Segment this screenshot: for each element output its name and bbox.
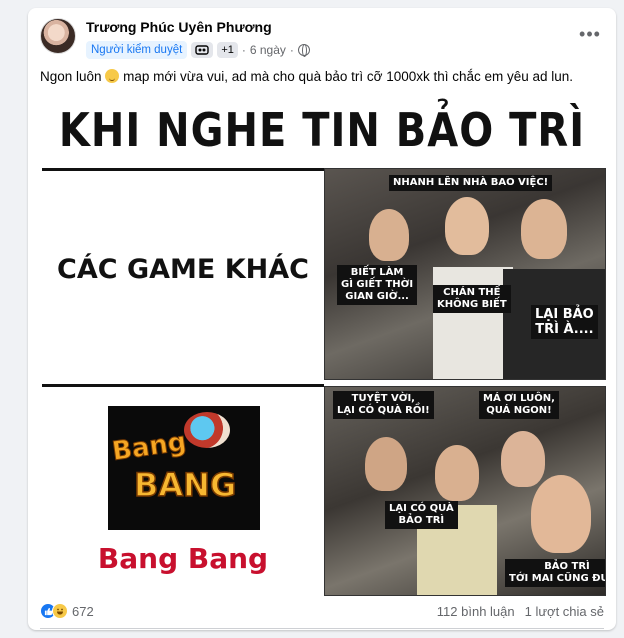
moderator-badge[interactable]: Người kiểm duyệt bbox=[86, 41, 188, 59]
post-meta: Người kiểm duyệt +1 · 6 ngày · bbox=[86, 41, 310, 59]
meme-photo-bottom: TUYỆT VỜI, LẠI CÓ QUÀ RỒI! MÁ ƠI LUÔN, Q… bbox=[324, 386, 606, 596]
badge-icon[interactable] bbox=[191, 42, 214, 58]
bubble-until-tomorrow: BẢO TRÌ TỚI MAI CŨNG ĐƯỢC bbox=[505, 559, 605, 587]
person bbox=[365, 437, 407, 491]
post-text-start: Ngon luôn bbox=[40, 69, 102, 84]
bubble-hurry: NHANH LÊN NHÀ BAO VIỆC! bbox=[389, 175, 553, 191]
comments-count-link[interactable]: 112 bình luận bbox=[437, 604, 515, 619]
bubble-kill-time: BIẾT LÀM GÌ GIẾT THỜI GIAN GIỜ... bbox=[337, 265, 418, 305]
meta-separator: · bbox=[241, 43, 246, 57]
bubble-delicious: MÁ ƠI LUÔN, QUÁ NGON! bbox=[479, 391, 559, 419]
smile-emoji-icon bbox=[105, 69, 120, 83]
person bbox=[435, 445, 479, 501]
more-options-icon[interactable]: ••• bbox=[576, 22, 604, 46]
footer-divider bbox=[40, 628, 604, 629]
other-games-label: CÁC GAME KHÁC bbox=[57, 254, 309, 285]
globe-icon bbox=[297, 44, 310, 57]
bubble-awesome: TUYỆT VỜI, LẠI CÓ QUÀ RỒI! bbox=[333, 391, 434, 419]
reaction-icons bbox=[40, 603, 68, 619]
meta-separator: · bbox=[289, 43, 294, 57]
person bbox=[445, 197, 489, 255]
meme-title: KHI NGHE TIN BẢO TRÌ bbox=[58, 104, 586, 158]
shares-count-link[interactable]: 1 lượt chia sẻ bbox=[525, 604, 604, 619]
logo-text-bang: Bang bbox=[110, 426, 189, 468]
mascot-icon bbox=[184, 412, 230, 448]
post-card: Trương Phúc Uyên Phương Người kiểm duyệt… bbox=[28, 8, 616, 630]
meme-photo-top: NHANH LÊN NHÀ BAO VIỆC! BIẾT LÀM GÌ GIẾT… bbox=[324, 168, 606, 380]
post-time[interactable]: 6 ngày bbox=[250, 43, 286, 57]
post-stats: 112 bình luận 1 lượt chia sẻ bbox=[437, 604, 604, 619]
post-text: Ngon luôn map mới vừa vui, ad mà cho quà… bbox=[40, 68, 604, 86]
post-text-end: map mới vừa vui, ad mà cho quà bảo trì c… bbox=[123, 69, 574, 84]
game-logo: Bang BANG bbox=[108, 406, 260, 530]
game-name: Bang Bang bbox=[97, 542, 269, 575]
post-image[interactable]: KHI NGHE TIN BẢO TRÌ CÁC GAME KHÁC NHANH… bbox=[28, 94, 616, 596]
reaction-count: 672 bbox=[72, 603, 94, 619]
shirt bbox=[433, 267, 513, 379]
post-footer: 672 112 bình luận 1 lượt chia sẻ bbox=[40, 598, 604, 624]
avatar[interactable] bbox=[40, 18, 76, 54]
person bbox=[521, 199, 567, 259]
person bbox=[531, 475, 591, 553]
bubble-maintenance-again: LẠI BẢO TRÌ À.... bbox=[531, 305, 598, 339]
reactions-summary[interactable]: 672 bbox=[40, 603, 94, 619]
bubble-gift-again: LẠI CÓ QUÀ BẢO TRÌ bbox=[385, 501, 458, 529]
divider-line bbox=[42, 384, 324, 387]
haha-icon bbox=[52, 603, 68, 619]
post-header: Trương Phúc Uyên Phương Người kiểm duyệt… bbox=[40, 16, 604, 64]
person bbox=[369, 209, 409, 261]
logo-text-bang-caps: BANG bbox=[133, 465, 237, 505]
person bbox=[501, 431, 545, 487]
divider-line bbox=[42, 168, 324, 171]
author-name[interactable]: Trương Phúc Uyên Phương bbox=[86, 19, 272, 35]
extra-badges[interactable]: +1 bbox=[217, 42, 238, 58]
bubble-bored: CHÁN THẾ KHÔNG BIẾT bbox=[433, 285, 511, 313]
